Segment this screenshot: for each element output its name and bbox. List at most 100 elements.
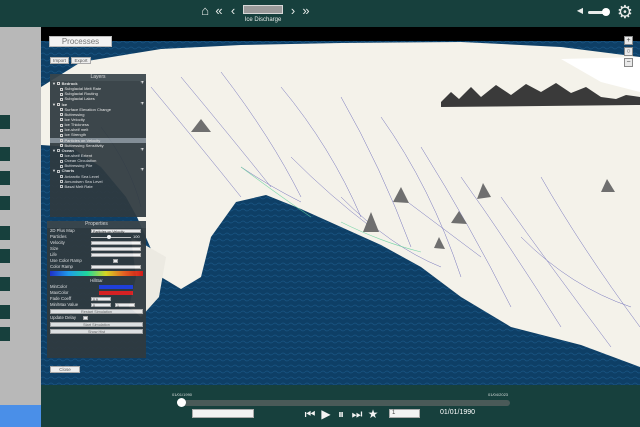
play-icon[interactable]: ▶	[319, 407, 333, 421]
velocity-field[interactable]	[91, 241, 141, 245]
fade-field[interactable]: 0.9	[91, 297, 111, 302]
update-delay-checkbox[interactable]	[83, 316, 88, 320]
import-button[interactable]: Import	[50, 57, 69, 64]
pause-icon[interactable]: ⏸	[334, 407, 348, 421]
top-bar: ⌂ « ‹ › » Ice Discharge ◀ ⚙	[0, 0, 640, 27]
timeline-end-label: 01/04/2023	[488, 392, 509, 397]
layer-checkbox[interactable]	[60, 180, 63, 184]
reset-view-button[interactable]: ○	[624, 47, 633, 56]
layer-checkbox[interactable]	[60, 138, 63, 142]
maxcolor-label: MaxColor	[50, 290, 69, 295]
layer-checkbox[interactable]	[60, 144, 63, 148]
page-indicator	[243, 5, 283, 14]
layer-checkbox[interactable]	[57, 169, 61, 173]
min-value-field[interactable]: 0	[91, 303, 111, 308]
layer-item[interactable]: Basal Melt Rate	[50, 184, 146, 189]
size-field[interactable]	[91, 247, 141, 251]
layer-list: ▼ Bedrock + Subglacial Melt Rate Subglacial…	[50, 81, 146, 189]
velocity-label: Velocity	[50, 240, 65, 245]
layer-checkbox[interactable]	[57, 149, 61, 153]
start-simulation-button[interactable]: Start Simulation	[50, 321, 143, 327]
life-label: Life	[50, 252, 57, 257]
update-delay-label: Update Delay	[50, 315, 77, 320]
layer-checkbox[interactable]	[60, 113, 63, 117]
current-date: 01/01/1990	[440, 409, 476, 416]
layer-checkbox[interactable]	[60, 123, 63, 127]
layer-checkbox[interactable]	[60, 164, 63, 168]
sidebar-tab[interactable]	[0, 147, 10, 161]
layers-panel: Layers ▼ Bedrock + Subglacial Melt Rate Sub…	[50, 74, 146, 217]
timeline-slider-knob[interactable]	[177, 398, 186, 407]
layer-checkbox[interactable]	[60, 159, 63, 163]
layer-checkbox[interactable]	[60, 154, 63, 158]
sidebar-tab[interactable]	[0, 226, 10, 240]
sidebar-active-item[interactable]	[0, 405, 41, 427]
timeline-slider[interactable]	[177, 400, 510, 406]
sidebar-tab[interactable]	[0, 115, 10, 129]
layer-checkbox[interactable]	[60, 92, 63, 96]
max-value-field[interactable]: 1	[115, 303, 135, 308]
color-ramp-bar	[50, 271, 143, 276]
layer-checkbox[interactable]	[60, 108, 63, 112]
restart-simulation-button[interactable]: Restart Simulation	[50, 308, 143, 314]
layer-checkbox[interactable]	[60, 118, 63, 122]
sidebar-tab[interactable]	[0, 327, 10, 341]
use-color-ramp-checkbox[interactable]	[113, 259, 118, 263]
layer-label: Basal Melt Rate	[64, 183, 93, 189]
layer-checkbox[interactable]	[60, 97, 63, 101]
double-chevron-right-icon[interactable]: »	[299, 3, 313, 19]
fade-label: Fade Coeff	[50, 296, 72, 301]
zoom-out-button[interactable]: −	[624, 58, 633, 67]
volume-slider-knob[interactable]	[602, 8, 610, 16]
processes-button[interactable]: Processes	[49, 36, 112, 47]
star-icon[interactable]: ★	[366, 407, 380, 421]
minmax-label: Min/Max Value	[50, 302, 79, 307]
ramp-holder	[47, 270, 146, 278]
layer-checkbox[interactable]	[60, 185, 63, 189]
skip-forward-icon[interactable]: ⏭	[350, 407, 364, 421]
start-holder: Start Simulation	[47, 321, 146, 328]
use-color-ramp-label: Use Color Ramp	[50, 258, 82, 263]
double-chevron-left-icon[interactable]: «	[212, 3, 226, 19]
mode-select[interactable]: Particles on Velocity	[91, 229, 141, 234]
life-field[interactable]	[91, 253, 141, 257]
maxcolor-swatch[interactable]	[99, 291, 133, 295]
zoom-in-button[interactable]: +	[624, 36, 633, 45]
properties-title: Properties	[47, 221, 146, 228]
step-input[interactable]: 1	[389, 409, 420, 418]
layer-checkbox[interactable]	[60, 128, 63, 132]
layer-checkbox[interactable]	[57, 103, 61, 106]
left-sidebar	[0, 27, 41, 427]
sidebar-tab[interactable]	[0, 305, 10, 319]
particles-label: Particles	[50, 234, 67, 239]
particles-slider-knob[interactable]	[107, 235, 111, 239]
layers-title: Layers	[50, 74, 146, 81]
show-holder: Show Hist	[47, 328, 146, 335]
sidebar-tab[interactable]	[0, 249, 10, 263]
page-title: Ice Discharge	[244, 17, 282, 23]
properties-panel: Properties 2D Plus Map Particles on Velo…	[47, 221, 146, 358]
volume-icon[interactable]: ◀	[575, 3, 585, 19]
layer-checkbox[interactable]	[60, 174, 63, 178]
close-button[interactable]: Close	[50, 366, 80, 373]
color-ramp-select[interactable]	[91, 265, 141, 269]
mincolor-swatch[interactable]	[99, 285, 133, 289]
sidebar-tab[interactable]	[0, 171, 10, 185]
layer-checkbox[interactable]	[57, 82, 61, 86]
sidebar-tab[interactable]	[0, 277, 10, 291]
size-label: Size	[50, 246, 59, 251]
particles-slider[interactable]	[91, 236, 131, 238]
color-ramp-label: Color Ramp	[50, 264, 73, 269]
sidebar-tab[interactable]	[0, 196, 10, 210]
mincolor-label: MinColor	[50, 284, 68, 289]
skip-back-icon[interactable]: ⏮	[303, 407, 317, 421]
layer-checkbox[interactable]	[60, 87, 63, 91]
mode-label: 2D Plus Map	[50, 228, 75, 233]
recompute-holder: Restart Simulation	[47, 308, 146, 315]
export-button[interactable]: Export	[71, 57, 91, 64]
layer-checkbox[interactable]	[60, 133, 63, 137]
show-hist-button[interactable]: Show Hist	[50, 328, 143, 334]
gear-icon[interactable]: ⚙	[613, 1, 637, 22]
speed-input[interactable]	[192, 409, 254, 418]
home-icon[interactable]: ⌂	[198, 3, 212, 19]
